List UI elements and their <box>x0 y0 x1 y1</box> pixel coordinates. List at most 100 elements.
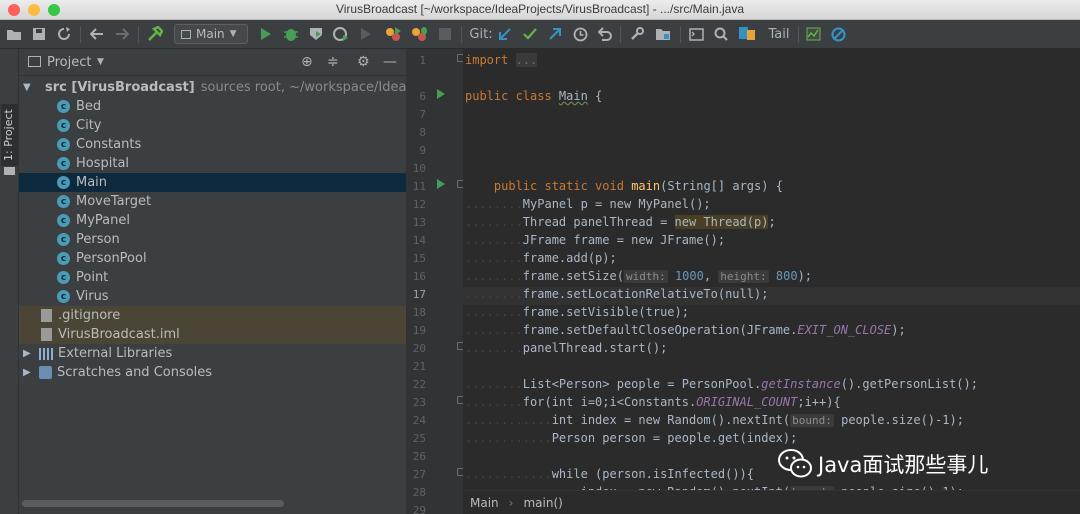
sync-icon[interactable] <box>55 24 73 44</box>
run-disabled-icon[interactable] <box>357 24 375 44</box>
line-number: 13 <box>412 216 426 229</box>
back-icon[interactable] <box>88 24 106 44</box>
wechat-logo-icon <box>778 449 812 479</box>
attach-run-icon[interactable] <box>383 24 403 44</box>
code-line-15: ........JFrame frame = new JFrame(); <box>465 233 726 247</box>
coverage-icon[interactable] <box>307 24 325 44</box>
tree-class-city[interactable]: c City <box>19 116 406 135</box>
tree-file-iml[interactable]: VirusBroadcast.iml <box>19 325 406 344</box>
tree-root-hint: sources root, ~/workspace/IdeaP <box>200 80 406 95</box>
folder-icon <box>4 167 15 175</box>
power-save-icon[interactable] <box>829 24 847 44</box>
project-tab-label[interactable]: 1: Project <box>2 109 15 161</box>
run-gutter-icon[interactable] <box>437 89 445 99</box>
debug-icon[interactable] <box>282 24 300 44</box>
class-icon: c <box>57 271 70 284</box>
breadcrumb-method[interactable]: main() <box>523 496 562 510</box>
save-icon[interactable] <box>30 24 48 44</box>
tree-class-movetarget[interactable]: c MoveTarget <box>19 192 406 211</box>
vcs-log-icon[interactable] <box>737 24 757 44</box>
run-gutter-icon[interactable] <box>437 179 445 189</box>
tree-external-libraries[interactable]: ▶ External Libraries <box>19 344 406 363</box>
tree-class-bed[interactable]: c Bed <box>19 97 406 116</box>
class-label: Bed <box>76 99 102 114</box>
class-label: Point <box>76 270 109 285</box>
chevron-right-icon[interactable]: ▶ <box>23 348 31 359</box>
forward-icon[interactable] <box>113 24 131 44</box>
chevron-down-icon[interactable]: ▼ <box>23 82 31 93</box>
project-panel-header: Project ▼ ⊕ ≑ ⚙ — <box>19 49 406 76</box>
code-line-13: ........MyPanel p = new MyPanel(); <box>465 197 711 211</box>
line-number-current: 17 <box>412 288 426 301</box>
hide-panel-icon[interactable]: — <box>383 54 397 71</box>
code-line-19: ........frame.setVisible(true); <box>465 305 689 319</box>
line-number: 12 <box>412 198 426 211</box>
history-clock-icon[interactable] <box>571 24 589 44</box>
tree-class-virus[interactable]: c Virus <box>19 287 406 306</box>
breadcrumb-class[interactable]: Main <box>470 496 499 510</box>
terminal-icon[interactable] <box>687 24 705 44</box>
module-file-icon <box>41 328 52 341</box>
run-configuration-select[interactable]: Main ▼ <box>174 24 248 44</box>
project-view-icon <box>28 56 41 67</box>
class-icon: c <box>57 252 70 265</box>
rollback-icon[interactable] <box>596 24 614 44</box>
tree-class-personpool[interactable]: c PersonPool <box>19 249 406 268</box>
run-icon[interactable] <box>257 24 275 44</box>
tree-class-hospital[interactable]: c Hospital <box>19 154 406 173</box>
library-icon <box>39 347 53 360</box>
collapse-all-icon[interactable]: ≑ <box>327 54 339 71</box>
line-number: 10 <box>412 162 426 175</box>
tree-class-person[interactable]: c Person <box>19 230 406 249</box>
line-number: 14 <box>412 234 426 247</box>
class-icon: c <box>57 233 70 246</box>
search-icon[interactable] <box>712 24 730 44</box>
profile-icon[interactable] <box>332 24 350 44</box>
class-label: MoveTarget <box>76 194 152 209</box>
editor-breadcrumb: Main › main() <box>463 490 1080 514</box>
git-commit-icon[interactable] <box>521 24 539 44</box>
scratches-icon <box>39 366 52 379</box>
class-label: PersonPool <box>76 251 147 266</box>
locate-target-icon[interactable]: ⊕ <box>301 54 313 71</box>
tree-class-point[interactable]: c Point <box>19 268 406 287</box>
tree-class-mypanel[interactable]: c MyPanel <box>19 211 406 230</box>
git-push-icon[interactable] <box>546 24 564 44</box>
horizontal-scrollbar[interactable] <box>22 500 284 507</box>
code-line-28: ............while (person.isInfected()){ <box>465 467 754 481</box>
git-update-icon[interactable] <box>496 24 514 44</box>
line-number: 29 <box>412 504 426 514</box>
scratches-label: Scratches and Consoles <box>57 365 213 380</box>
git-label: Git: <box>469 26 493 42</box>
class-icon: c <box>57 157 70 170</box>
tree-root-src[interactable]: ▼ src [VirusBroadcast] sources root, ~/w… <box>19 78 406 97</box>
editor-gutter: 1 6 7 8 9 10 11 12 13 14 15 16 17 18 19 … <box>406 49 465 514</box>
settings-wrench-icon[interactable] <box>628 24 646 44</box>
attach-debug-icon[interactable] <box>409 24 429 44</box>
project-panel-title[interactable]: Project <box>47 55 91 70</box>
chevron-right-icon[interactable]: ▶ <box>23 367 31 378</box>
project-structure-icon[interactable] <box>653 24 673 44</box>
line-number: 26 <box>412 450 426 463</box>
gear-icon[interactable]: ⚙ <box>357 54 370 71</box>
code-editor[interactable]: import ... public class Main { public st… <box>463 49 1080 514</box>
line-number: 24 <box>412 414 426 427</box>
code-line-12: public static void main(String[] args) { <box>493 179 783 193</box>
line-number: 11 <box>412 180 426 193</box>
tail-label[interactable]: Tail <box>764 24 794 44</box>
tree-file-gitignore[interactable]: .gitignore <box>19 306 406 325</box>
run-config-label: Main <box>196 27 225 41</box>
tree-class-main[interactable]: c Main <box>19 173 406 192</box>
tree-scratches[interactable]: ▶ Scratches and Consoles <box>19 363 406 382</box>
watermark: Java面试那些事儿 <box>778 449 988 479</box>
line-number: 18 <box>412 306 426 319</box>
stop-icon[interactable] <box>436 24 454 44</box>
statistic-icon[interactable] <box>804 24 822 44</box>
code-line-26: ............Person person = people.get(i… <box>465 431 798 445</box>
line-number: 20 <box>412 342 426 355</box>
chevron-down-icon[interactable]: ▼ <box>97 57 104 67</box>
tree-class-constants[interactable]: c Constants <box>19 135 406 154</box>
build-hammer-icon[interactable] <box>145 24 165 44</box>
open-folder-icon[interactable] <box>5 24 23 44</box>
code-line-1: import ... <box>465 53 538 67</box>
